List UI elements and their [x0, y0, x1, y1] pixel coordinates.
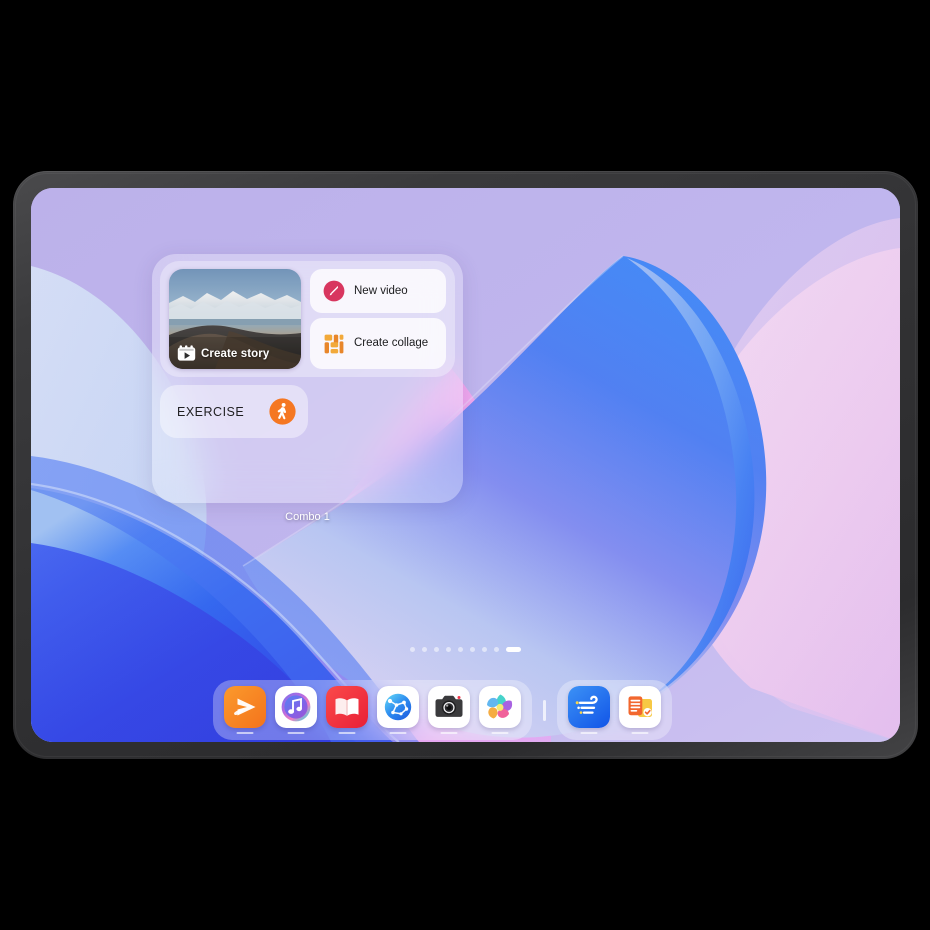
page-dot[interactable] [494, 647, 499, 652]
dock-main-apps [213, 680, 532, 740]
app-running-indicator [580, 731, 597, 734]
page-dot[interactable] [482, 647, 487, 652]
app-running-indicator [440, 731, 458, 734]
page-dot[interactable] [434, 647, 439, 652]
new-video-icon [323, 280, 345, 302]
page-dot[interactable] [470, 647, 475, 652]
wind-weather-icon[interactable] [567, 686, 610, 728]
page-dot[interactable] [446, 647, 451, 652]
dock-app-music[interactable] [275, 686, 317, 734]
globe-browser-icon[interactable] [377, 686, 419, 728]
new-video-button[interactable]: New video [310, 269, 446, 313]
app-running-indicator [338, 731, 356, 734]
gallery-flower-icon[interactable] [479, 686, 521, 728]
camera-icon[interactable] [428, 686, 470, 728]
story-film-icon [177, 345, 196, 362]
dock-app-weather[interactable] [567, 686, 610, 734]
create-story-thumbnail[interactable]: Create story [169, 269, 301, 369]
app-running-indicator [236, 731, 254, 734]
page-dot[interactable] [458, 647, 463, 652]
create-story-label-row: Create story [177, 345, 269, 362]
create-collage-icon [323, 333, 345, 355]
new-video-label: New video [354, 284, 408, 297]
widget-combo-label: Combo 1 [285, 511, 330, 523]
page-dot-active[interactable] [506, 647, 521, 652]
create-story-label: Create story [201, 347, 270, 360]
dock-divider [543, 699, 546, 721]
dock [213, 680, 672, 740]
notes-checklist-icon[interactable] [618, 686, 661, 728]
app-running-indicator [491, 731, 509, 734]
dock-app-browser[interactable] [377, 686, 419, 734]
page-indicator[interactable] [31, 647, 900, 652]
widget-combo-panel[interactable]: Create story New video Create collage EX… [152, 254, 463, 503]
app-running-indicator [631, 731, 648, 734]
create-collage-button[interactable]: Create collage [310, 318, 446, 369]
dock-app-video-player[interactable] [224, 686, 266, 734]
create-collage-label: Create collage [354, 337, 429, 350]
dock-app-notes[interactable] [618, 686, 661, 734]
page-dot[interactable] [410, 647, 415, 652]
app-running-indicator [389, 731, 407, 734]
exercise-label: EXERCISE [177, 404, 245, 419]
music-note-icon[interactable] [275, 686, 317, 728]
gallery-widget-card[interactable]: Create story New video Create collage [160, 261, 455, 377]
huawei-video-icon[interactable] [224, 686, 266, 728]
dock-app-camera[interactable] [428, 686, 470, 734]
open-book-icon[interactable] [326, 686, 368, 728]
walking-person-icon[interactable] [269, 398, 296, 425]
screenshot-stage: Create story New video Create collage EX… [0, 0, 930, 930]
tablet-screen: Create story New video Create collage EX… [31, 188, 900, 742]
dock-recent-apps [556, 680, 672, 740]
dock-app-gallery[interactable] [479, 686, 521, 734]
app-running-indicator [287, 731, 305, 734]
tablet-device-frame: Create story New video Create collage EX… [13, 171, 918, 759]
page-dot[interactable] [422, 647, 427, 652]
dock-app-books[interactable] [326, 686, 368, 734]
exercise-widget-card[interactable]: EXERCISE [160, 385, 308, 438]
